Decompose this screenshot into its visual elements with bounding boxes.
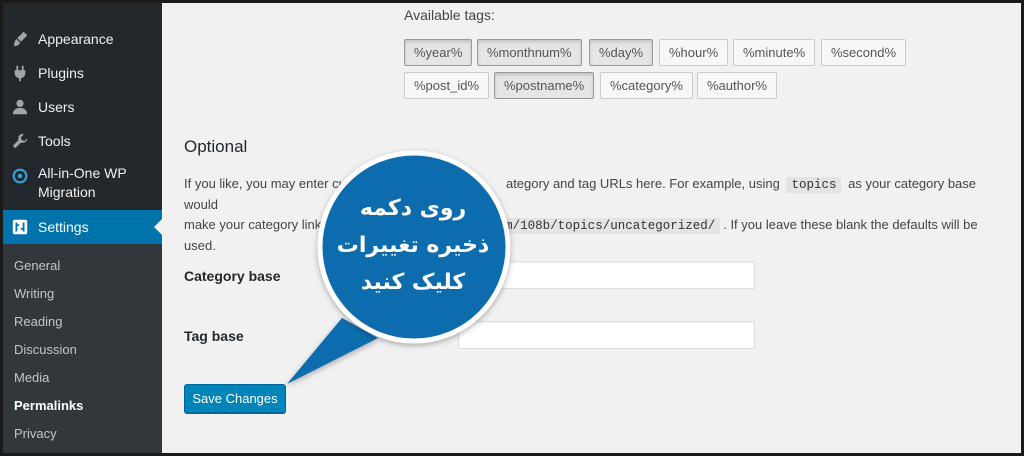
menu-label: All-in-One WP Migration: [38, 164, 127, 202]
tag-second-button[interactable]: %second%: [821, 39, 907, 66]
menu-appearance[interactable]: Appearance: [0, 26, 162, 52]
tag-hour-button[interactable]: %hour%: [659, 39, 729, 66]
menu-label: Tools: [38, 133, 71, 149]
submenu-writing[interactable]: Writing: [14, 286, 54, 301]
menu-label-line2: Migration: [38, 184, 96, 200]
code-topics: topics: [786, 177, 842, 193]
category-base-label: Category base: [184, 268, 281, 284]
available-tags-label: Available tags:: [404, 7, 495, 23]
desc-text: ategory and tag URLs here. For example, …: [505, 176, 780, 191]
submenu-discussion[interactable]: Discussion: [14, 342, 77, 357]
tag-monthnum-button[interactable]: %monthnum%: [477, 39, 582, 66]
category-base-input[interactable]: [458, 261, 755, 289]
tag-postname-button[interactable]: %postname%: [494, 72, 595, 99]
tag-minute-button[interactable]: %minute%: [733, 39, 816, 66]
migration-icon: [10, 166, 30, 186]
save-changes-button[interactable]: Save Changes: [184, 384, 286, 413]
plug-icon: [10, 63, 30, 83]
submenu-media[interactable]: Media: [14, 370, 49, 385]
submenu-general[interactable]: General: [14, 258, 60, 273]
menu-all-in-one-wp-migration[interactable]: All-in-One WP Migration: [0, 164, 162, 204]
menu-label: Plugins: [38, 65, 84, 81]
menu-label: Appearance: [38, 31, 114, 47]
admin-sidebar: Appearance Plugins Users Tools All-in-On…: [0, 0, 162, 456]
tag-author-button[interactable]: %author%: [697, 72, 777, 99]
tag-category-button[interactable]: %category%: [600, 72, 693, 99]
settings-submenu: General Writing Reading Discussion Media…: [0, 244, 162, 456]
submenu-permalinks[interactable]: Permalinks: [14, 398, 83, 413]
menu-tools[interactable]: Tools: [0, 128, 162, 154]
desc-text: . If you leave these blank the defaults …: [723, 217, 978, 232]
wrench-icon: [10, 131, 30, 151]
menu-label: Settings: [38, 219, 89, 235]
code-example-url: om/108b/topics/uncategorized/: [492, 218, 721, 234]
optional-heading: Optional: [184, 137, 248, 156]
desc-text: used.: [184, 238, 216, 253]
desc-text: make your category links lik: [184, 217, 344, 232]
menu-label: Users: [38, 99, 75, 115]
menu-users[interactable]: Users: [0, 94, 162, 120]
menu-label-line1: All-in-One WP: [38, 165, 127, 181]
menu-plugins[interactable]: Plugins: [0, 60, 162, 86]
permalinks-settings-main: Available tags: %year% %monthnum% %day% …: [162, 0, 1024, 456]
tag-post-id-button[interactable]: %post_id%: [404, 72, 490, 99]
users-icon: [10, 97, 30, 117]
paintbrush-icon: [10, 29, 30, 49]
settings-icon: [10, 217, 30, 237]
tag-base-label: Tag base: [184, 328, 244, 344]
submenu-reading[interactable]: Reading: [14, 314, 62, 329]
optional-description: If you like, you may enter cust ategory a…: [184, 174, 994, 256]
tag-day-button[interactable]: %day%: [589, 39, 654, 66]
tag-year-button[interactable]: %year%: [404, 39, 473, 66]
desc-text: If you like, you may enter cust: [184, 176, 356, 191]
submenu-privacy[interactable]: Privacy: [14, 426, 57, 441]
menu-settings[interactable]: Settings: [0, 210, 162, 244]
tag-base-input[interactable]: [458, 321, 755, 349]
